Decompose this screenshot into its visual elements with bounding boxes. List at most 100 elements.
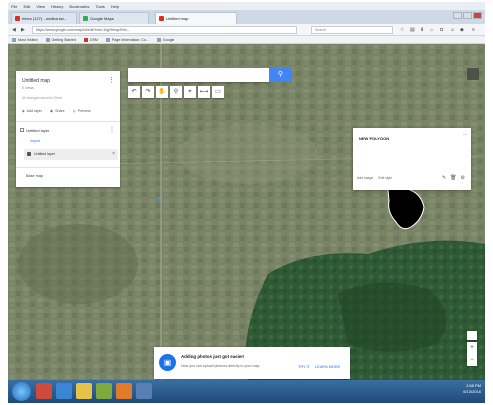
preview-icon: ◎ [72,109,76,113]
preview-button[interactable]: ◎ Preview [73,109,91,113]
download-icon[interactable]: ⬇ [420,27,424,33]
feature-title[interactable]: NEW POLYGON [359,136,389,141]
import-link[interactable]: Import [30,139,40,143]
satellite-map[interactable]: Untitled map 0 views All changes saved i… [8,44,485,380]
directions-button[interactable]: ⟷ [198,86,210,98]
bookmark-label: Getting Started [51,37,76,42]
share-icon: ◉ [49,109,54,113]
close-window-button[interactable] [473,12,482,19]
photo-tip-toast: ▣ Adding photos just got easier! Now you… [154,347,350,379]
minimize-button[interactable] [453,12,462,19]
bookmark-label: Google [162,37,175,42]
taskbar-ie-icon[interactable] [56,383,72,399]
menu-bookmarks[interactable]: Bookmarks [69,4,89,9]
polygon-icon [27,152,31,156]
bookmark-icon [12,37,16,42]
settings-icon[interactable]: ⚙ [461,175,465,181]
bookmark-getting-started[interactable]: Getting Started [45,37,76,42]
apps-icon[interactable] [467,68,479,80]
add-image-button[interactable]: Add image [357,176,373,180]
search-button[interactable]: ⚲ [269,68,292,82]
pocket-icon[interactable]: ◘ [440,27,443,33]
taskbar-app-icon[interactable] [36,383,52,399]
marker-button[interactable]: ⚲ [170,86,182,98]
menu-file[interactable]: File [11,4,17,9]
my-location-icon[interactable] [467,331,477,340]
edit-style-button[interactable]: Edit style [378,176,392,180]
share-button[interactable]: ◉ Share [50,109,65,113]
map-views: 0 views [22,86,34,90]
home-icon[interactable]: ⌂ [430,27,433,33]
tab-inbox[interactable]: Inbox (127) - ondiba.kw... [11,12,77,24]
screen: File Edit View History Bookmarks Tools H… [8,2,485,403]
taskbar-folder-icon[interactable] [76,383,92,399]
my-maps-icon [159,16,164,21]
zoom-control[interactable]: + − [467,342,477,366]
add-layer-button[interactable]: ◈ Add layer [22,109,42,113]
info-close-icon[interactable]: ⌜⌝ [463,133,467,138]
map-title[interactable]: Untitled map [22,78,50,84]
try-it-button[interactable]: TRY IT [298,365,310,369]
system-tray[interactable]: 2:58 PM 6/13/2016 [463,383,481,395]
bookmark-most-visited[interactable]: Most Visited [12,37,38,42]
tab-google-maps[interactable]: Google Maps [79,12,149,24]
tab-label: Inbox (127) - ondiba.kw... [22,16,67,21]
toast-title: Adding photos just got easier! [181,354,245,359]
library-icon[interactable]: ▤ [410,27,415,33]
pan-button[interactable]: ✋ [156,86,168,98]
search-icon: ⚲ [277,71,284,78]
layer-title[interactable]: Untitled layer [26,128,49,133]
forward-icon[interactable]: ▶ [21,27,25,33]
menu-view[interactable]: View [36,4,45,9]
taskbar-firefox-icon[interactable] [116,383,132,399]
smiley-icon[interactable]: ☺ [450,27,455,33]
map-marker-icon[interactable]: ● [157,196,161,203]
maximize-button[interactable] [463,12,472,19]
bookmark-osm[interactable]: OSM [83,37,98,42]
bookmark-icon [83,37,88,42]
menu-edit[interactable]: Edit [23,4,30,9]
menu-bar: File Edit View History Bookmarks Tools H… [8,2,485,10]
learn-more-button[interactable]: LEARN MORE [315,365,340,369]
zoom-in-icon[interactable]: + [467,342,477,354]
taskbar-app-icon[interactable] [96,383,112,399]
url-bar[interactable]: https://www.google.com/maps/d/edit?mid=1… [32,26,297,34]
menu-history[interactable]: History [51,4,63,9]
back-icon[interactable]: ◀ [12,27,16,33]
menu-tools[interactable]: Tools [95,4,104,9]
layer-menu-icon[interactable]: ⋮ [109,126,115,133]
taskbar-app-icon[interactable] [136,383,152,399]
close-icon[interactable]: × [112,151,115,157]
layer-item-label: Untitled layer [34,152,55,156]
menu-help[interactable]: Help [111,4,119,9]
addon-icon[interactable]: ◆ [460,27,464,33]
bookmark-google[interactable]: Google [156,37,175,42]
panel-menu-icon[interactable]: ⋮ [108,76,115,84]
preview-label: Preview [77,109,91,113]
redo-button[interactable]: ↷ [142,86,154,98]
toast-text: Now you can upload pictures directly to … [181,364,260,368]
measure-button[interactable]: ▭ [212,86,224,98]
nav-bar: ◀ ▶ https://www.google.com/maps/d/edit?m… [8,24,485,36]
tab-bar: Inbox (127) - ondiba.kw... Google Maps U… [8,10,485,24]
browser-search-input[interactable]: Search [311,26,393,34]
base-map-toggle[interactable]: Base map [26,174,43,178]
bookmark-icon [156,37,161,42]
layer-item[interactable]: Untitled layer × [24,149,118,160]
info-footer: Add image Edit style [357,176,392,180]
undo-button[interactable]: ↶ [128,86,140,98]
delete-icon[interactable]: 🗑 [450,175,456,181]
tab-label: Google Maps [90,16,114,21]
start-button[interactable] [12,382,31,401]
tab-untitled-map[interactable]: Untitled map [155,12,237,24]
zoom-out-icon[interactable]: − [467,354,477,366]
hamburger-menu-icon[interactable]: ≡ [472,27,475,33]
map-search-input[interactable] [128,68,269,82]
layer-checkbox[interactable] [20,128,24,132]
info-tools: ✎ 🗑 ⚙ [442,175,465,181]
star-icon[interactable]: ☆ [400,27,404,33]
draw-line-button[interactable]: ⌖ [184,86,196,98]
photo-icon: ▣ [159,354,176,371]
bookmark-page-info[interactable]: Page Information: Co... [105,37,149,42]
edit-icon[interactable]: ✎ [442,175,446,181]
